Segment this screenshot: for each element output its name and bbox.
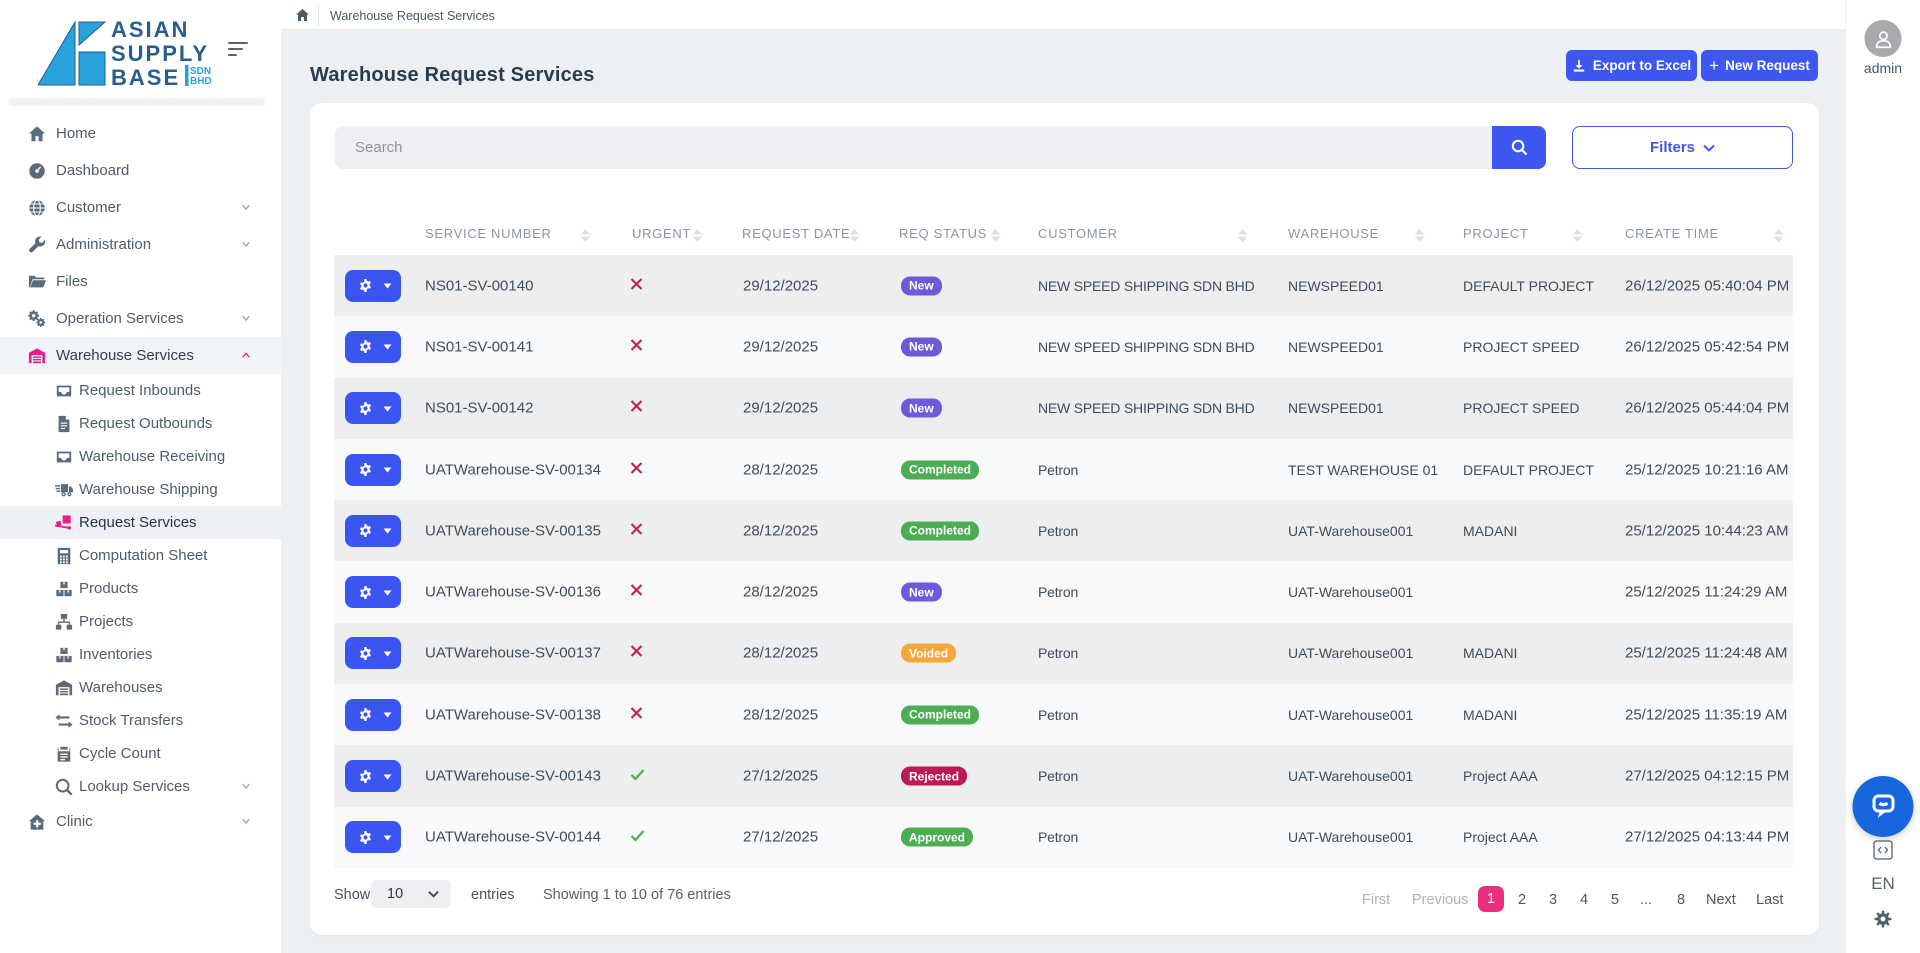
svg-text:BHD: BHD bbox=[190, 76, 212, 87]
svg-text:ASIAN: ASIAN bbox=[111, 19, 189, 42]
svg-text:BASE: BASE bbox=[111, 65, 180, 88]
svg-text:SUPPLY: SUPPLY bbox=[111, 41, 209, 66]
